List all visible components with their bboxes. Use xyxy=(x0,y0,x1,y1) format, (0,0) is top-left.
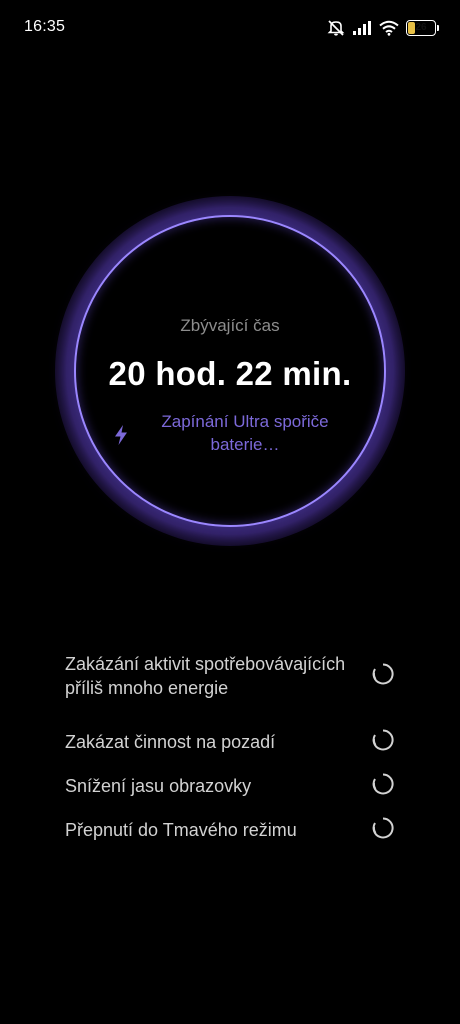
bolt-icon xyxy=(112,424,130,451)
status-bar: 16:35 26 xyxy=(0,0,460,56)
list-item: Přepnutí do Tmavého režimu xyxy=(65,816,395,845)
wifi-icon xyxy=(379,20,399,36)
list-item: Zakázat činnost na pozadí xyxy=(65,728,395,757)
signal-icon xyxy=(352,20,372,36)
list-item: Zakázání aktivit spotřebovávajících příl… xyxy=(65,640,395,712)
remaining-time-value: 20 hod. 22 min. xyxy=(108,355,352,392)
battery-level: 26 xyxy=(415,22,427,33)
remaining-time-label: Zbývající čas xyxy=(180,316,280,335)
task-label: Zakázat činnost na pozadí xyxy=(65,732,276,752)
loading-spinner-icon xyxy=(371,662,395,691)
status-icons: 26 xyxy=(327,18,439,38)
loading-spinner-icon xyxy=(371,772,395,801)
list-item: Snížení jasu obrazovky xyxy=(65,772,395,801)
ultra-saver-status-text: Zapínání Ultra spořiče baterie… xyxy=(161,412,329,454)
battery-icon: 26 xyxy=(406,20,439,36)
task-label: Přepnutí do Tmavého režimu xyxy=(65,820,297,840)
task-label: Zakázání aktivit spotřebovávajících příl… xyxy=(65,654,346,698)
task-label: Snížení jasu obrazovky xyxy=(65,776,252,796)
mute-icon xyxy=(327,19,345,37)
battery-fill xyxy=(408,22,416,34)
loading-spinner-icon xyxy=(371,816,395,845)
ultra-saver-status: Zapínání Ultra spořiče baterie… xyxy=(112,410,352,460)
ultra-battery-saver-screen: 16:35 26 Zbývající čas 20 hod. 22 min. Z… xyxy=(0,0,460,1024)
status-time: 16:35 xyxy=(24,18,66,35)
loading-spinner-icon xyxy=(371,728,395,757)
